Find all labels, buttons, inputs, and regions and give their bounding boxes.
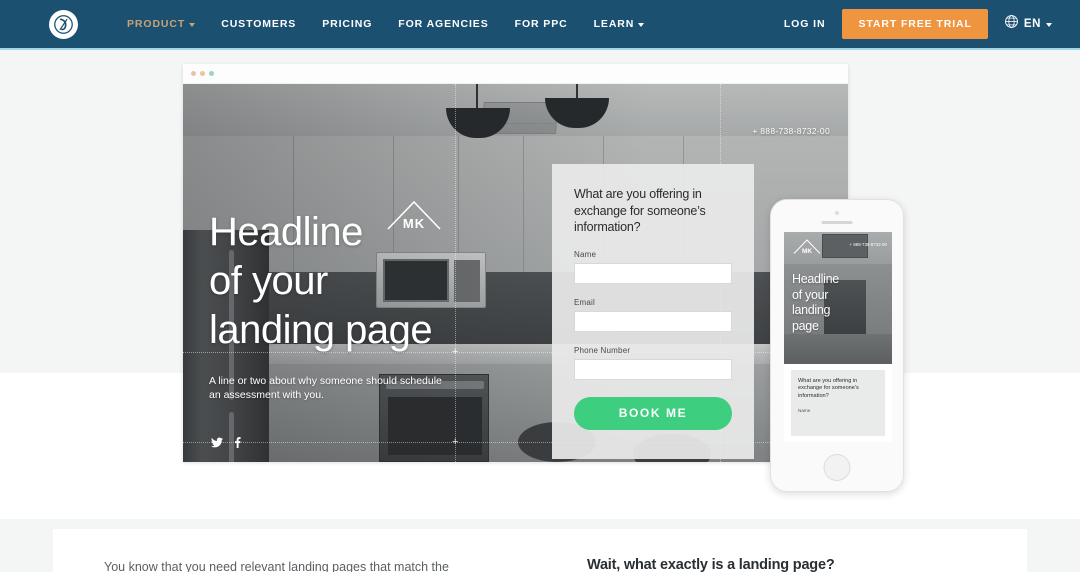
- globe-icon: [1004, 14, 1019, 34]
- nav-item-for-ppc-label: FOR PPC: [514, 18, 568, 30]
- primary-nav-links: PRODUCT CUSTOMERS PRICING FOR AGENCIES F…: [114, 0, 657, 48]
- phone-number-input[interactable]: [574, 358, 732, 380]
- chevron-down-icon: [638, 22, 645, 27]
- chevron-down-icon: [1046, 22, 1052, 27]
- mobile-form-title: What are you offering in exchange for so…: [798, 378, 859, 399]
- nav-item-for-agencies[interactable]: FOR AGENCIES: [385, 18, 501, 30]
- book-me-button[interactable]: BOOK ME: [574, 396, 732, 430]
- form-field-email: Email: [574, 298, 732, 332]
- earpiece-speaker: [821, 221, 853, 224]
- social-links: [211, 436, 241, 448]
- nav-item-customers[interactable]: CUSTOMERS: [208, 18, 309, 30]
- desktop-browser-mockup: + + MK + 888-738-8732-00 Headline of your…: [183, 64, 848, 462]
- landing-page-hero: + + MK + 888-738-8732-00 Headline of your…: [183, 84, 848, 462]
- front-camera-icon: [835, 211, 839, 215]
- facebook-icon[interactable]: [234, 436, 241, 448]
- nav-item-customers-label: CUSTOMERS: [221, 18, 297, 30]
- home-button-icon[interactable]: [823, 454, 851, 481]
- preview-headline: Headline of your landing page: [209, 210, 433, 352]
- builder-anchor-icon[interactable]: +: [452, 437, 458, 448]
- nav-item-learn-label: LEARN: [593, 18, 635, 30]
- mobile-house-roof-icon: MK: [793, 237, 821, 255]
- mobile-phone-number: + 888-738-8732-00: [849, 242, 887, 247]
- nav-item-for-agencies-label: FOR AGENCIES: [398, 18, 489, 30]
- form-field-phone: Phone Number: [574, 346, 732, 380]
- unbounce-logo-icon[interactable]: [49, 10, 78, 39]
- browser-title-bar: [183, 64, 848, 84]
- content-section: You know that you need relevant landing …: [53, 529, 1027, 572]
- minimize-dot-icon: [200, 71, 205, 76]
- svg-text:MK: MK: [802, 248, 812, 255]
- preview-phone-number: + 888-738-8732-00: [752, 126, 830, 136]
- nav-item-pricing[interactable]: PRICING: [309, 18, 385, 30]
- nav-item-for-ppc[interactable]: FOR PPC: [502, 18, 581, 30]
- twitter-icon[interactable]: [211, 437, 223, 448]
- nav-item-product-label: PRODUCT: [127, 18, 186, 30]
- email-field-label: Email: [574, 297, 596, 307]
- top-navigation-bar: PRODUCT CUSTOMERS PRICING FOR AGENCIES F…: [0, 0, 1080, 48]
- form-title: What are you offering in exchange for so…: [574, 187, 706, 234]
- name-field-label: Name: [574, 249, 597, 259]
- preview-subline: A line or two about why someone should s…: [209, 375, 442, 401]
- email-input[interactable]: [574, 310, 732, 332]
- login-link[interactable]: LOG IN: [784, 18, 826, 30]
- phone-field-label: Phone Number: [574, 345, 631, 355]
- mobile-phone-mockup: MK + 888-738-8732-00 Headline of your land…: [770, 199, 904, 492]
- intro-paragraph: You know that you need relevant landing …: [104, 560, 449, 572]
- lead-capture-form: What are you offering in exchange for so…: [552, 164, 754, 459]
- nav-item-learn[interactable]: LEARN: [581, 18, 658, 30]
- maximize-dot-icon: [209, 71, 214, 76]
- nav-item-product[interactable]: PRODUCT: [114, 18, 208, 30]
- mobile-name-field-label: Name: [798, 408, 811, 413]
- language-selector[interactable]: EN: [1004, 14, 1052, 34]
- mobile-headline: Headline of your landing page: [792, 272, 839, 333]
- form-field-name: Name: [574, 250, 732, 284]
- section-heading: Wait, what exactly is a landing page?: [587, 557, 835, 572]
- mobile-screen: MK + 888-738-8732-00 Headline of your land…: [784, 232, 892, 442]
- nav-right-group: LOG IN START FREE TRIAL EN: [784, 0, 1052, 48]
- language-label: EN: [1023, 18, 1041, 30]
- close-dot-icon: [191, 71, 196, 76]
- chevron-down-icon: [189, 22, 196, 27]
- name-input[interactable]: [574, 262, 732, 284]
- start-free-trial-button[interactable]: START FREE TRIAL: [842, 9, 988, 39]
- nav-item-pricing-label: PRICING: [322, 18, 373, 30]
- nav-accent-underline: [0, 48, 1080, 50]
